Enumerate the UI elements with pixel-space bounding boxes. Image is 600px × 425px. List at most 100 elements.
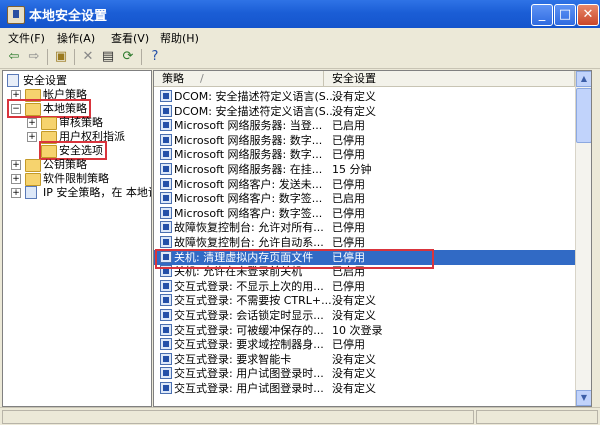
toolbar-separator [141, 49, 142, 65]
menu-view[interactable]: 查看(V) [111, 30, 149, 46]
table-row[interactable]: 故障恢复控制台: 允许对所有... 已停用 [154, 220, 591, 235]
policy-icon [160, 367, 172, 380]
table-row[interactable]: DCOM: 安全描述符定义语言(S... 没有定义 [154, 89, 591, 104]
column-header-policy[interactable]: 策略 / [154, 71, 324, 87]
policy-name: 交互式登录: 要求智能卡 [174, 352, 292, 366]
expand-icon[interactable]: + [11, 174, 21, 184]
window-title: 本地安全设置 [29, 9, 108, 24]
table-row[interactable]: 交互式登录: 要求智能卡 没有定义 [154, 352, 591, 367]
folder-icon [41, 117, 57, 130]
tree-label: IP 安全策略，在 本地计 [43, 186, 152, 199]
help-icon[interactable]: ? [147, 49, 163, 65]
highlight-box [155, 249, 434, 269]
table-row[interactable]: Microsoft 网络服务器: 在挂... 15 分钟 [154, 162, 591, 177]
policy-setting: 已停用 [332, 133, 365, 147]
expand-icon[interactable]: + [27, 118, 37, 128]
policy-setting: 已停用 [332, 206, 365, 220]
table-row[interactable]: 交互式登录: 不需要按 CTRL+... 没有定义 [154, 293, 591, 308]
policy-name: Microsoft 网络服务器: 数字... [174, 148, 323, 162]
menu-file[interactable]: 文件(F) [8, 30, 45, 46]
table-row[interactable]: 交互式登录: 用户试图登录时... 没有定义 [154, 366, 591, 381]
table-row[interactable]: Microsoft 网络客户: 发送未... 已停用 [154, 177, 591, 192]
table-row[interactable]: 交互式登录: 用户试图登录时... 没有定义 [154, 381, 591, 396]
policy-icon [160, 221, 172, 234]
policy-name: 交互式登录: 可被缓冲保存的... [174, 323, 324, 337]
scroll-thumb[interactable] [576, 88, 591, 143]
scroll-up-button[interactable]: ▲ [576, 71, 591, 87]
policy-setting: 已停用 [332, 148, 365, 162]
policy-icon [160, 133, 172, 146]
policy-name: DCOM: 安全描述符定义语言(S... [174, 90, 337, 103]
tree-pane[interactable]: 安全设置 + 帐户策略 − 本地策略 + 审核策略 + 用户权利指派 安全选项 [2, 70, 152, 407]
table-row[interactable]: Microsoft 网络服务器: 数字... 已停用 [154, 133, 591, 148]
maximize-button[interactable]: □ [554, 4, 576, 26]
refresh-icon[interactable]: ⟳ [120, 49, 136, 65]
policy-icon [160, 338, 172, 351]
policy-icon [160, 104, 172, 117]
policy-icon [160, 90, 172, 102]
status-cell [2, 410, 474, 424]
policy-name: 交互式登录: 要求域控制器身... [174, 338, 324, 352]
policy-setting: 没有定义 [332, 294, 376, 308]
menu-action[interactable]: 操作(A) [57, 30, 95, 46]
policy-setting: 没有定义 [332, 90, 376, 103]
policy-name: Microsoft 网络服务器: 数字... [174, 133, 323, 147]
policy-setting: 10 次登录 [332, 323, 383, 337]
policy-name: Microsoft 网络服务器: 当登... [174, 119, 323, 133]
menu-bar: 文件(F) 操作(A) 查看(V) 帮助(H) [0, 28, 600, 47]
minimize-button[interactable]: _ [531, 4, 553, 26]
table-row[interactable]: 交互式登录: 可被缓冲保存的... 10 次登录 [154, 323, 591, 338]
policy-setting: 15 分钟 [332, 163, 372, 176]
policy-name: 交互式登录: 不需要按 CTRL+... [174, 294, 332, 308]
policy-list-pane[interactable]: 策略 / 安全设置 DCOM: 安全描述符定义语言(S... 没有定义 DCOM: … [153, 70, 592, 407]
app-icon [7, 6, 25, 24]
policy-name: 故障恢复控制台: 允许自动系... [174, 236, 324, 249]
expand-icon[interactable]: + [11, 188, 21, 198]
toolbar: ⇦ ⇨ ▣ ✕ ▤ ⟳ ? [0, 46, 600, 69]
close-button[interactable]: ✕ [577, 4, 599, 26]
up-folder-icon[interactable]: ▣ [53, 49, 69, 65]
properties-icon[interactable]: ▤ [100, 49, 116, 65]
table-row[interactable]: 交互式登录: 会话锁定时显示... 没有定义 [154, 308, 591, 323]
policy-icon [160, 236, 172, 248]
policy-setting: 没有定义 [332, 309, 376, 322]
policy-icon [160, 192, 172, 205]
policy-setting: 已启用 [332, 192, 365, 206]
table-row[interactable]: DCOM: 安全描述符定义语言(S... 没有定义 [154, 104, 591, 119]
column-header-label: 安全设置 [332, 72, 376, 85]
tree-label: 审核策略 [59, 116, 103, 129]
policy-setting: 没有定义 [332, 352, 376, 366]
table-row[interactable]: Microsoft 网络客户: 数字签... 已停用 [154, 206, 591, 221]
policy-name: 交互式登录: 会话锁定时显示... [174, 309, 324, 322]
delete-icon[interactable]: ✕ [80, 49, 96, 65]
policy-icon [160, 323, 172, 336]
local-security-settings-window: 本地安全设置 _ □ ✕ 文件(F) 操作(A) 查看(V) 帮助(H) ⇦ ⇨… [0, 0, 600, 425]
policy-name: Microsoft 网络客户: 数字签... [174, 206, 323, 220]
table-row[interactable]: 交互式登录: 不显示上次的用... 已停用 [154, 279, 591, 294]
table-row[interactable]: Microsoft 网络客户: 数字签... 已启用 [154, 191, 591, 206]
table-row[interactable]: Microsoft 网络服务器: 数字... 已停用 [154, 147, 591, 162]
policy-icon [160, 309, 172, 321]
policy-setting: 已停用 [332, 279, 365, 293]
policy-name: 交互式登录: 不显示上次的用... [174, 279, 324, 293]
expand-icon[interactable]: + [27, 132, 37, 142]
title-bar[interactable]: 本地安全设置 _ □ ✕ [0, 0, 600, 28]
vertical-scrollbar[interactable]: ▲ ▼ [575, 71, 591, 406]
table-row[interactable]: Microsoft 网络服务器: 当登... 已启用 [154, 118, 591, 133]
forward-icon[interactable]: ⇨ [26, 49, 42, 65]
folder-icon [25, 173, 41, 186]
scroll-down-button[interactable]: ▼ [576, 390, 591, 406]
policy-name: Microsoft 网络服务器: 在挂... [174, 163, 323, 176]
policy-setting: 已停用 [332, 338, 365, 352]
policy-icon [160, 148, 172, 161]
back-icon[interactable]: ⇦ [6, 49, 22, 65]
policy-setting: 没有定义 [332, 104, 376, 118]
table-row[interactable]: 故障恢复控制台: 允许自动系... 已停用 [154, 235, 591, 250]
security-settings-icon [7, 74, 19, 87]
table-row[interactable]: 交互式登录: 要求域控制器身... 已停用 [154, 337, 591, 352]
policy-setting: 已停用 [332, 236, 365, 249]
tree-label: 公钥策略 [43, 158, 87, 171]
column-header-setting[interactable]: 安全设置 [324, 71, 575, 87]
expand-icon[interactable]: + [11, 160, 21, 170]
menu-help[interactable]: 帮助(H) [160, 30, 199, 46]
